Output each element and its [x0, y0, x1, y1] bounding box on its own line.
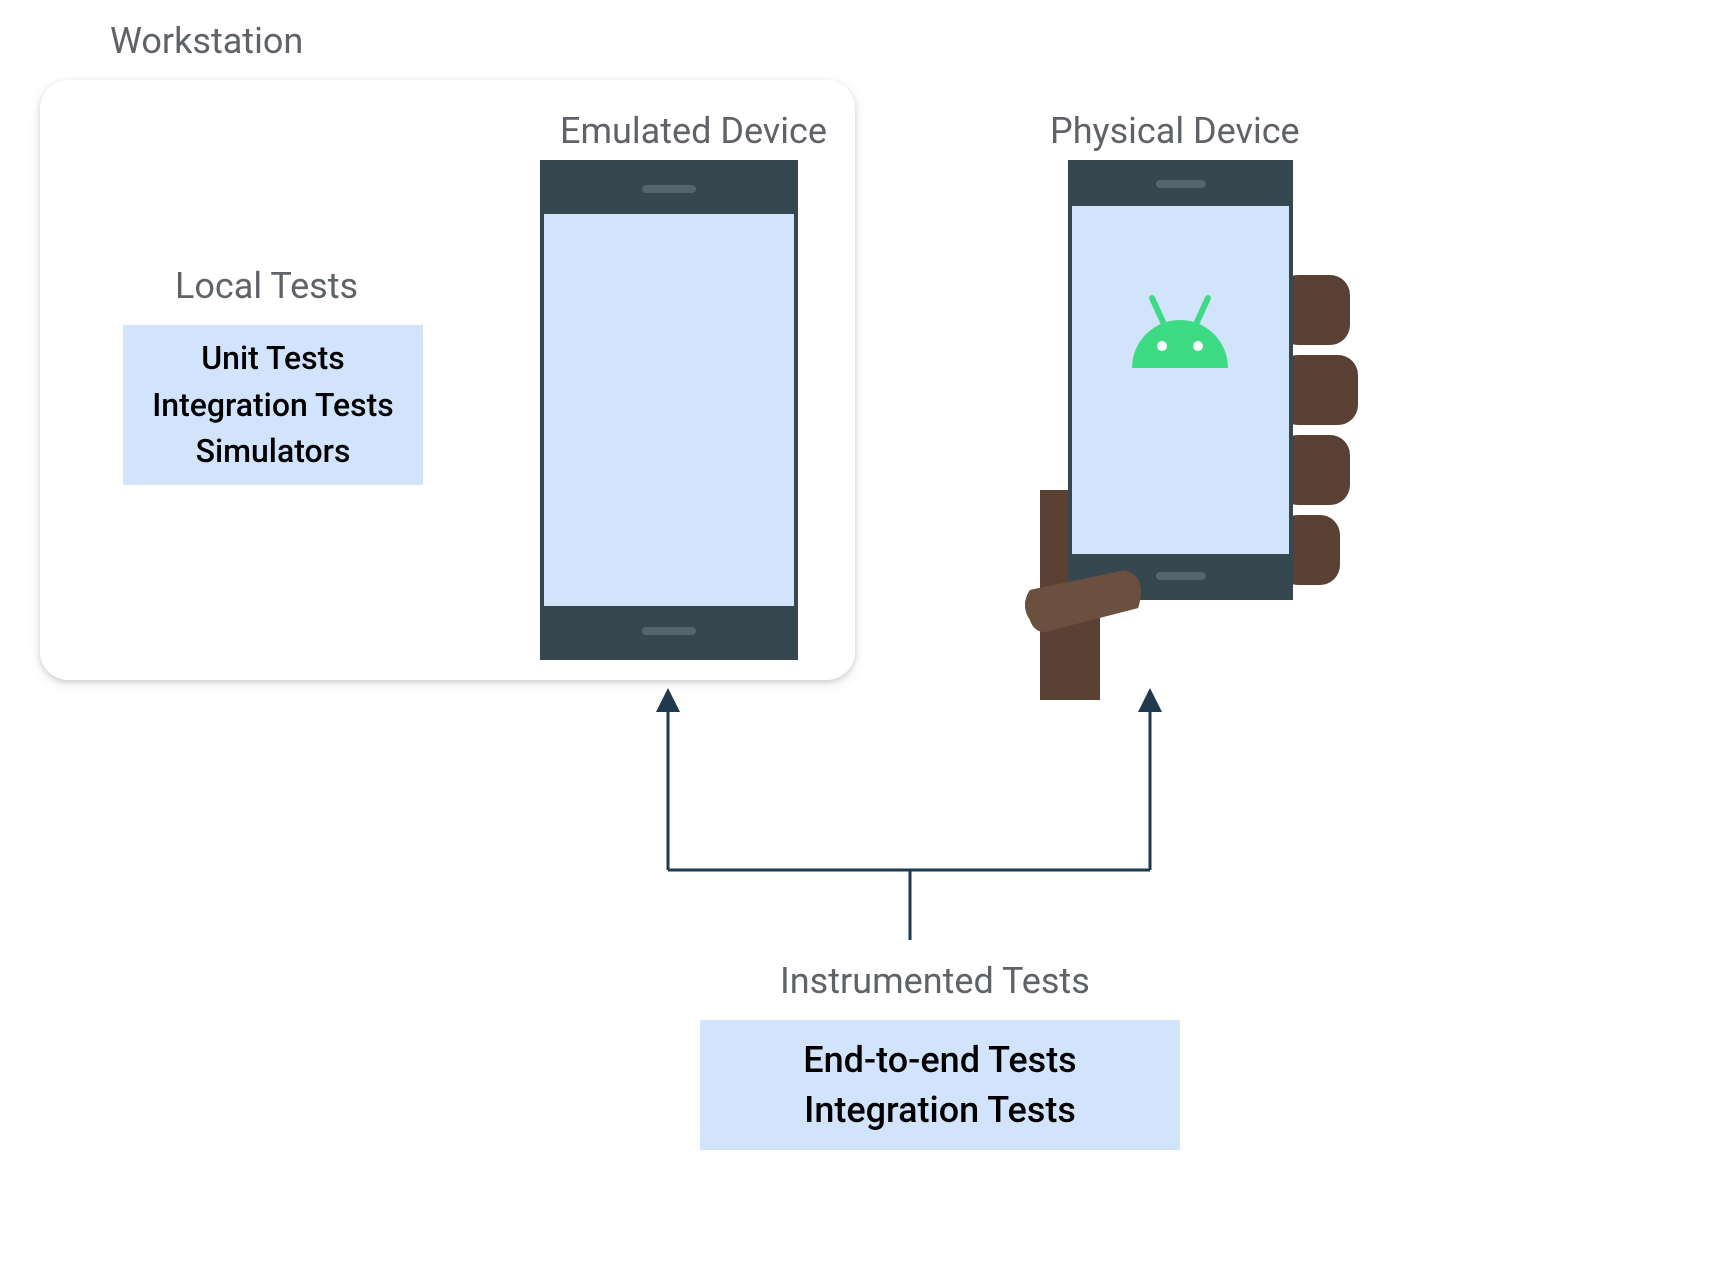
- emulated-phone: [540, 160, 798, 660]
- instrumented-tests-label: Instrumented Tests: [780, 960, 1090, 1002]
- emulated-phone-home: [642, 627, 696, 635]
- emulated-phone-screen: [544, 214, 794, 606]
- local-tests-box: Unit Tests Integration Tests Simulators: [123, 325, 423, 485]
- instrumented-line-1: End-to-end Tests: [803, 1035, 1076, 1085]
- physical-device-hand: [1020, 160, 1370, 700]
- hand-holding-phone-icon: [1020, 160, 1370, 700]
- local-tests-line-1: Unit Tests: [201, 335, 345, 381]
- instrumented-tests-box: End-to-end Tests Integration Tests: [700, 1020, 1180, 1150]
- instrumented-line-2: Integration Tests: [804, 1085, 1076, 1135]
- workstation-label: Workstation: [110, 20, 303, 62]
- physical-device-label: Physical Device: [1050, 110, 1300, 152]
- local-tests-label: Local Tests: [175, 265, 358, 307]
- emulated-phone-top-bar: [544, 164, 794, 214]
- emulated-phone-speaker: [642, 185, 696, 193]
- emulated-phone-body: [540, 160, 798, 660]
- local-tests-line-2: Integration Tests: [152, 382, 394, 428]
- local-tests-line-3: Simulators: [196, 428, 351, 474]
- emulated-phone-bottom-bar: [544, 606, 794, 656]
- emulated-device-label: Emulated Device: [560, 110, 827, 152]
